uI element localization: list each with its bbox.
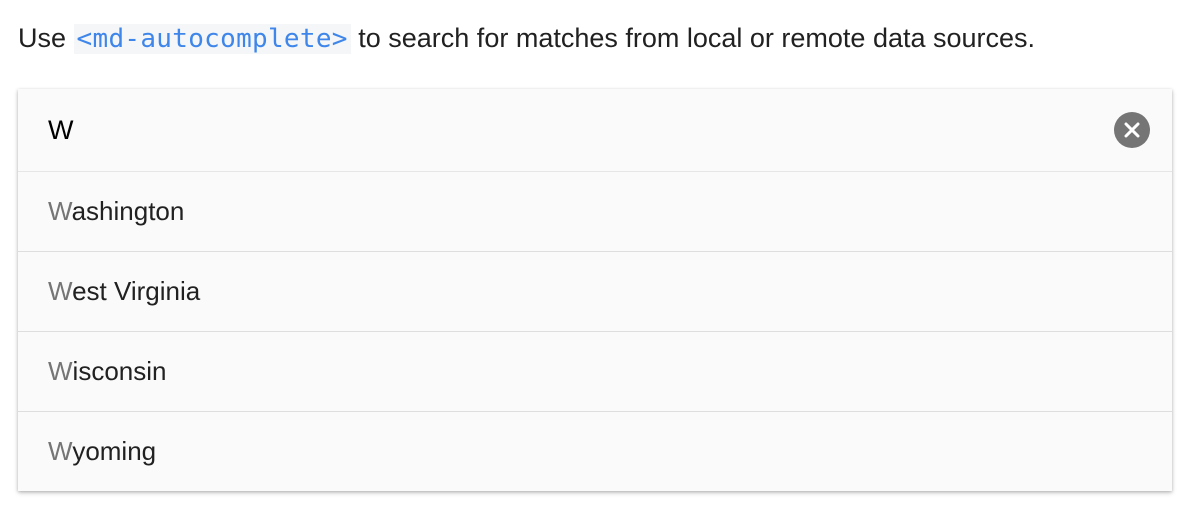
close-icon: [1124, 122, 1140, 138]
suggestion-rest: est Virginia: [72, 276, 201, 306]
suggestion-rest: isconsin: [72, 356, 167, 386]
search-input[interactable]: [48, 89, 1088, 171]
intro-text: Use <md-autocomplete> to search for matc…: [18, 18, 1035, 59]
suggestion-item-washington[interactable]: Washington: [18, 172, 1172, 251]
suggestion-item-wyoming[interactable]: Wyoming: [18, 411, 1172, 491]
suggestion-rest: yoming: [72, 436, 157, 466]
page: Use <md-autocomplete> to search for matc…: [0, 0, 1192, 510]
clear-button[interactable]: [1114, 112, 1150, 148]
suggestion-item-wisconsin[interactable]: Wisconsin: [18, 331, 1172, 411]
intro-suffix: to search for matches from local or remo…: [350, 23, 1036, 53]
suggestion-rest: ashington: [71, 196, 185, 226]
suggestion-match: W: [48, 196, 72, 226]
intro-prefix: Use: [18, 23, 74, 53]
intro-code-tag: <md-autocomplete>: [73, 24, 351, 54]
suggestion-match: W: [48, 356, 73, 386]
suggestion-match: W: [48, 276, 73, 306]
suggestion-match: W: [48, 436, 73, 466]
autocomplete-input-row: [18, 89, 1172, 172]
suggestion-item-west-virginia[interactable]: West Virginia: [18, 251, 1172, 331]
autocomplete: Washington West Virginia Wisconsin Wyomi…: [18, 89, 1172, 491]
suggestion-list: Washington West Virginia Wisconsin Wyomi…: [18, 172, 1172, 491]
